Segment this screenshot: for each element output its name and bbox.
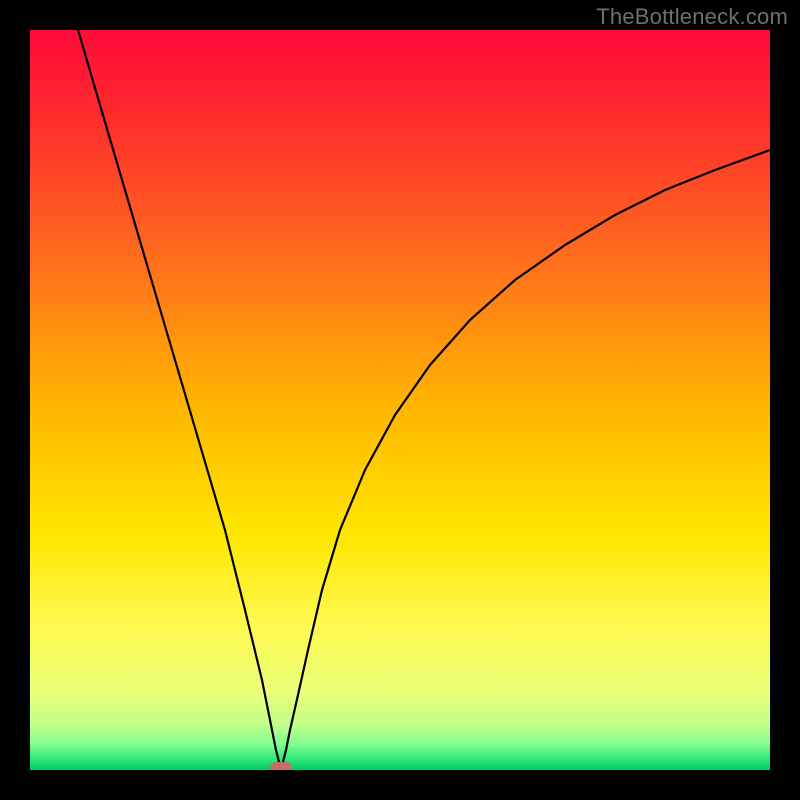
plot-area: [30, 30, 770, 770]
chart-frame: TheBottleneck.com: [0, 0, 800, 800]
minimum-marker: [270, 762, 292, 770]
bottleneck-curve: [30, 30, 770, 770]
watermark-text: TheBottleneck.com: [596, 4, 788, 30]
